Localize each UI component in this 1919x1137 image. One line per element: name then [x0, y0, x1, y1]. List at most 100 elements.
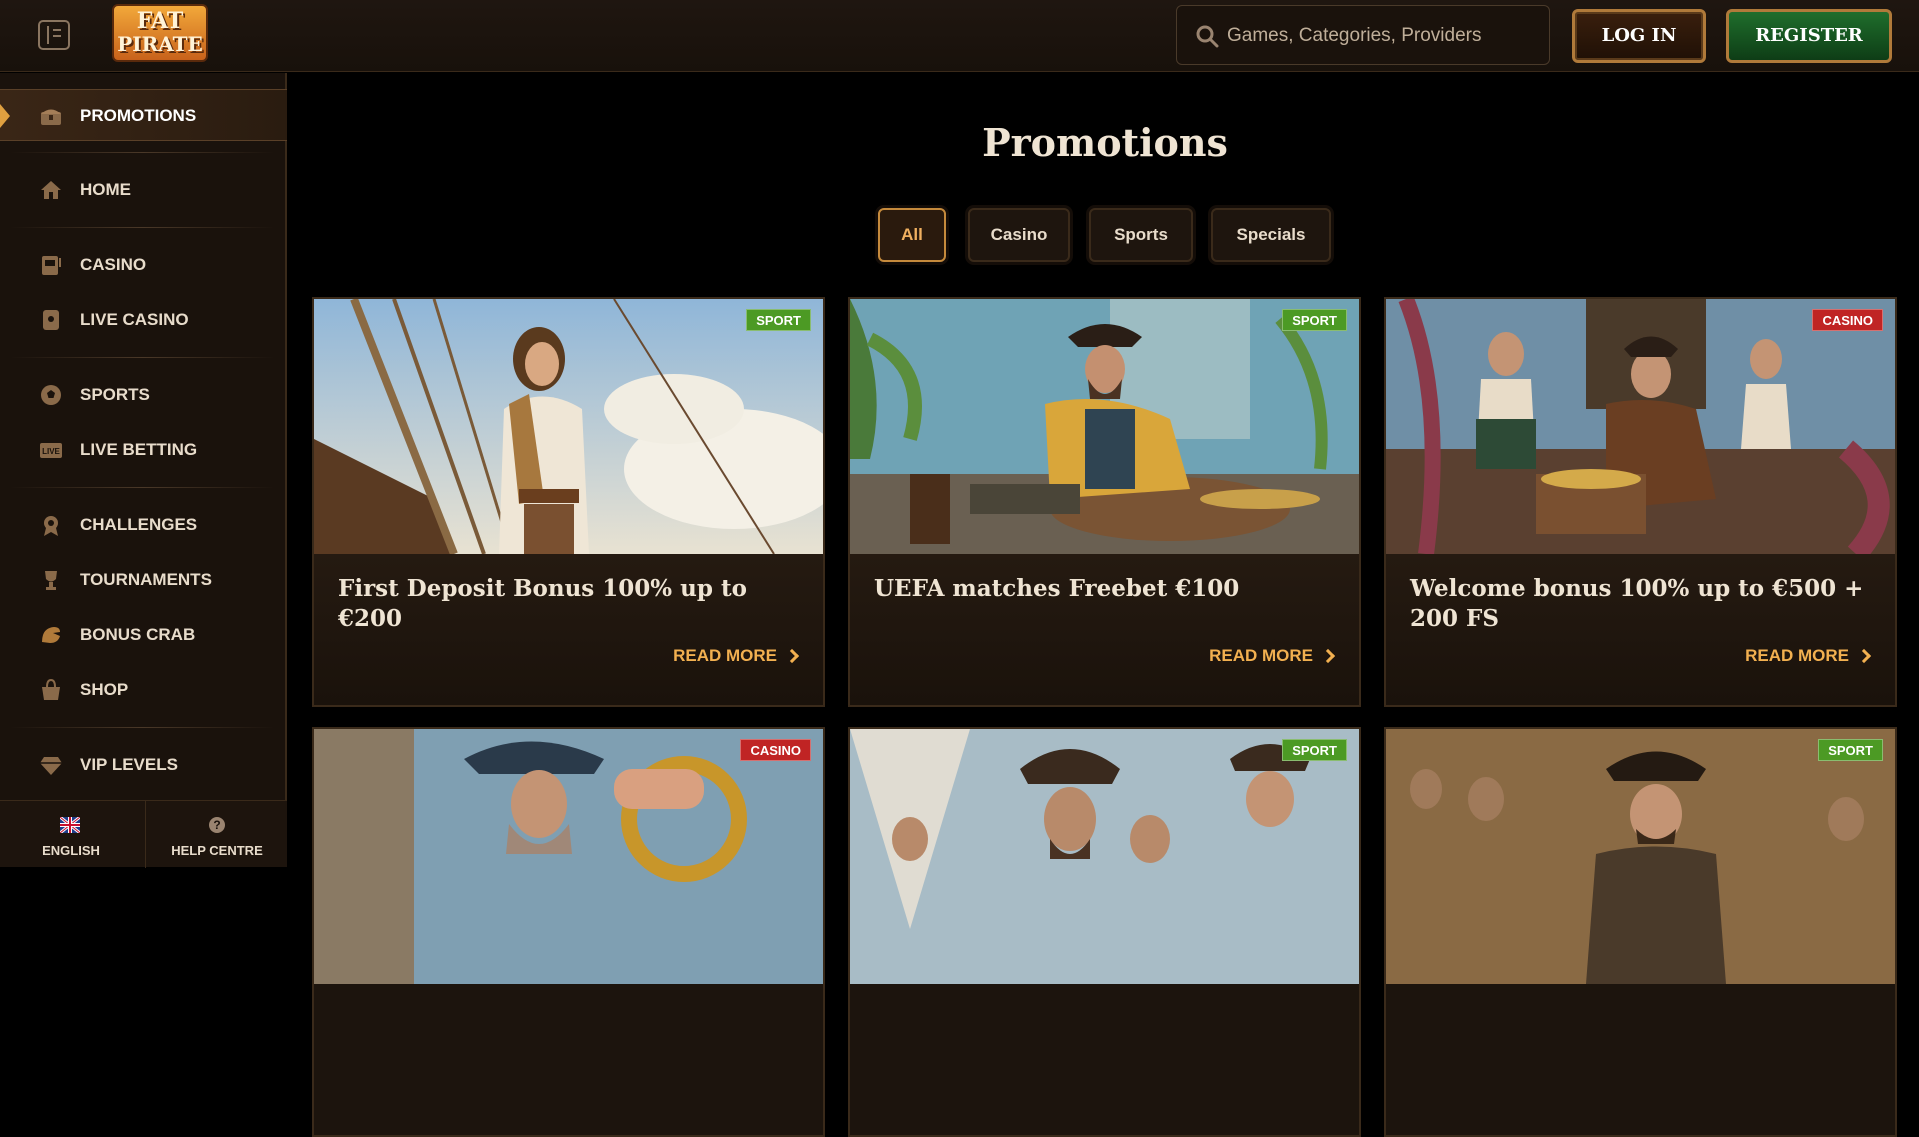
- crab-claw-icon: [42, 627, 60, 643]
- promo-card[interactable]: SPORT UEFA matches Freebet €100 READ MOR…: [848, 297, 1361, 707]
- sidebar-item-label: CHALLENGES: [80, 515, 198, 534]
- sidebar-item-live-betting[interactable]: LIVE LIVE BETTING: [0, 424, 287, 476]
- sidebar-item-home[interactable]: HOME: [0, 164, 287, 216]
- sidebar-item-casino[interactable]: CASINO: [0, 239, 287, 291]
- promo-card[interactable]: SPORT: [848, 727, 1361, 1137]
- pirate-helm-illustration: [314, 729, 823, 984]
- promo-card-image: [850, 729, 1359, 984]
- pirate-smiling-illustration: [1386, 729, 1895, 984]
- slot-machine-icon: [42, 256, 61, 275]
- divider: [10, 487, 275, 488]
- promo-card-image: [1386, 729, 1895, 984]
- promo-card[interactable]: SPORT First Deposit Bonus 100% up to €20…: [312, 297, 825, 707]
- live-card-icon: [43, 310, 59, 330]
- promo-card-body: Welcome bonus 100% up to €500 + 200 FS R…: [1386, 554, 1895, 705]
- sport-badge: SPORT: [1282, 739, 1347, 761]
- read-more-link[interactable]: READ MORE: [673, 646, 800, 666]
- pirate-captain-illustration: [850, 299, 1359, 554]
- sidebar-item-tournaments[interactable]: TOURNAMENTS: [0, 554, 287, 606]
- sport-badge: SPORT: [746, 309, 811, 331]
- filter-tab-sports[interactable]: Sports: [1089, 208, 1193, 262]
- help-icon: ?: [209, 817, 225, 833]
- sidebar-item-label: SPORTS: [80, 385, 150, 404]
- login-button[interactable]: LOG IN: [1572, 9, 1706, 63]
- pirate-crew-illustration: [1386, 299, 1895, 554]
- diamond-icon: [40, 757, 62, 775]
- divider: [10, 727, 275, 728]
- pirate-trio-illustration: [850, 729, 1359, 984]
- search-icon: [1196, 25, 1219, 48]
- live-tv-icon: LIVE: [40, 443, 62, 458]
- logo-text-bottom: PIRATE: [117, 32, 203, 56]
- sidebar-item-sports[interactable]: SPORTS: [0, 369, 287, 421]
- filter-tab-specials[interactable]: Specials: [1211, 208, 1331, 262]
- trophy-icon: [45, 571, 57, 590]
- top-header: FAT PIRATE LOG IN REGISTER: [0, 0, 1919, 72]
- svg-text:LIVE: LIVE: [42, 447, 60, 456]
- promo-card-image: [850, 299, 1359, 554]
- filter-tab-casino[interactable]: Casino: [968, 208, 1070, 262]
- sidebar-nav: PROMOTIONS HOME CASINO LIVE CASINO SPORT…: [0, 73, 287, 868]
- page-title: Promotions: [982, 120, 1228, 165]
- promo-card-body: First Deposit Bonus 100% up to €200 READ…: [314, 554, 823, 705]
- read-more-label: READ MORE: [1209, 646, 1313, 665]
- sidebar-item-label: CASINO: [80, 255, 147, 274]
- sidebar-item-promotions[interactable]: PROMOTIONS: [0, 89, 287, 141]
- promo-card-image: [314, 729, 823, 984]
- sport-badge: SPORT: [1818, 739, 1883, 761]
- promo-card[interactable]: CASINO Welcome bonus 100% up to €500 + 2…: [1384, 297, 1897, 707]
- language-label: ENGLISH: [42, 843, 100, 858]
- uk-flag-icon: [60, 817, 80, 833]
- promo-card-body: UEFA matches Freebet €100 READ MORE: [850, 554, 1359, 705]
- promo-card-image: [1386, 299, 1895, 554]
- sidebar-footer: ENGLISH ? HELP CENTRE: [0, 800, 287, 868]
- promo-card-image: [314, 299, 823, 554]
- language-selector[interactable]: ENGLISH: [0, 801, 142, 868]
- read-more-link[interactable]: READ MORE: [1209, 646, 1336, 666]
- register-button[interactable]: REGISTER: [1726, 9, 1892, 63]
- read-more-label: READ MORE: [673, 646, 777, 665]
- sidebar-item-label: LIVE CASINO: [80, 310, 189, 329]
- football-icon: [41, 385, 61, 405]
- promo-card-title: First Deposit Bonus 100% up to €200: [338, 575, 747, 632]
- sidebar-item-label: PROMOTIONS: [80, 106, 197, 125]
- chevron-right-icon: [1320, 648, 1336, 664]
- sidebar-toggle-icon[interactable]: [38, 20, 70, 50]
- sidebar-item-live-casino[interactable]: LIVE CASINO: [0, 294, 287, 346]
- help-centre-label: HELP CENTRE: [171, 843, 263, 858]
- filter-tab-all[interactable]: All: [878, 208, 946, 262]
- sidebar-item-bonus-crab[interactable]: BONUS CRAB: [0, 609, 287, 661]
- treasure-chest-icon: [41, 109, 61, 125]
- promo-card[interactable]: SPORT: [1384, 727, 1897, 1137]
- help-centre-link[interactable]: ? HELP CENTRE: [145, 801, 287, 868]
- read-more-link[interactable]: READ MORE: [1745, 646, 1872, 666]
- casino-badge: CASINO: [1812, 309, 1883, 331]
- promo-card-title: Welcome bonus 100% up to €500 + 200 FS: [1410, 575, 1864, 632]
- promo-card[interactable]: CASINO: [312, 727, 825, 1137]
- fat-pirate-logo[interactable]: FAT PIRATE: [112, 4, 208, 62]
- pirate-woman-illustration: [314, 299, 823, 554]
- sport-badge: SPORT: [1282, 309, 1347, 331]
- chevron-right-icon: [1856, 648, 1872, 664]
- promo-card-title: UEFA matches Freebet €100: [874, 575, 1240, 602]
- sidebar-item-label: VIP LEVELS: [80, 755, 178, 774]
- search-box[interactable]: [1176, 5, 1550, 65]
- sidebar-item-label: HOME: [80, 180, 131, 199]
- divider: [10, 357, 275, 358]
- divider: [10, 152, 275, 153]
- chevron-right-icon: [784, 648, 800, 664]
- sidebar-item-label: SHOP: [80, 680, 129, 699]
- house-icon: [41, 181, 61, 199]
- sidebar-item-label: BONUS CRAB: [80, 625, 196, 644]
- sidebar-item-challenges[interactable]: CHALLENGES: [0, 499, 287, 551]
- sidebar-item-label: TOURNAMENTS: [80, 570, 212, 589]
- sidebar-item-shop[interactable]: SHOP: [0, 664, 287, 716]
- shopping-bag-icon: [42, 678, 60, 700]
- logo-text-top: FAT: [136, 8, 184, 34]
- read-more-label: READ MORE: [1745, 646, 1849, 665]
- sidebar-item-vip-levels[interactable]: VIP LEVELS: [0, 739, 287, 791]
- casino-badge: CASINO: [740, 739, 811, 761]
- sidebar-item-label: LIVE BETTING: [80, 440, 198, 459]
- medal-icon: [44, 516, 58, 536]
- search-input[interactable]: [1227, 18, 1537, 54]
